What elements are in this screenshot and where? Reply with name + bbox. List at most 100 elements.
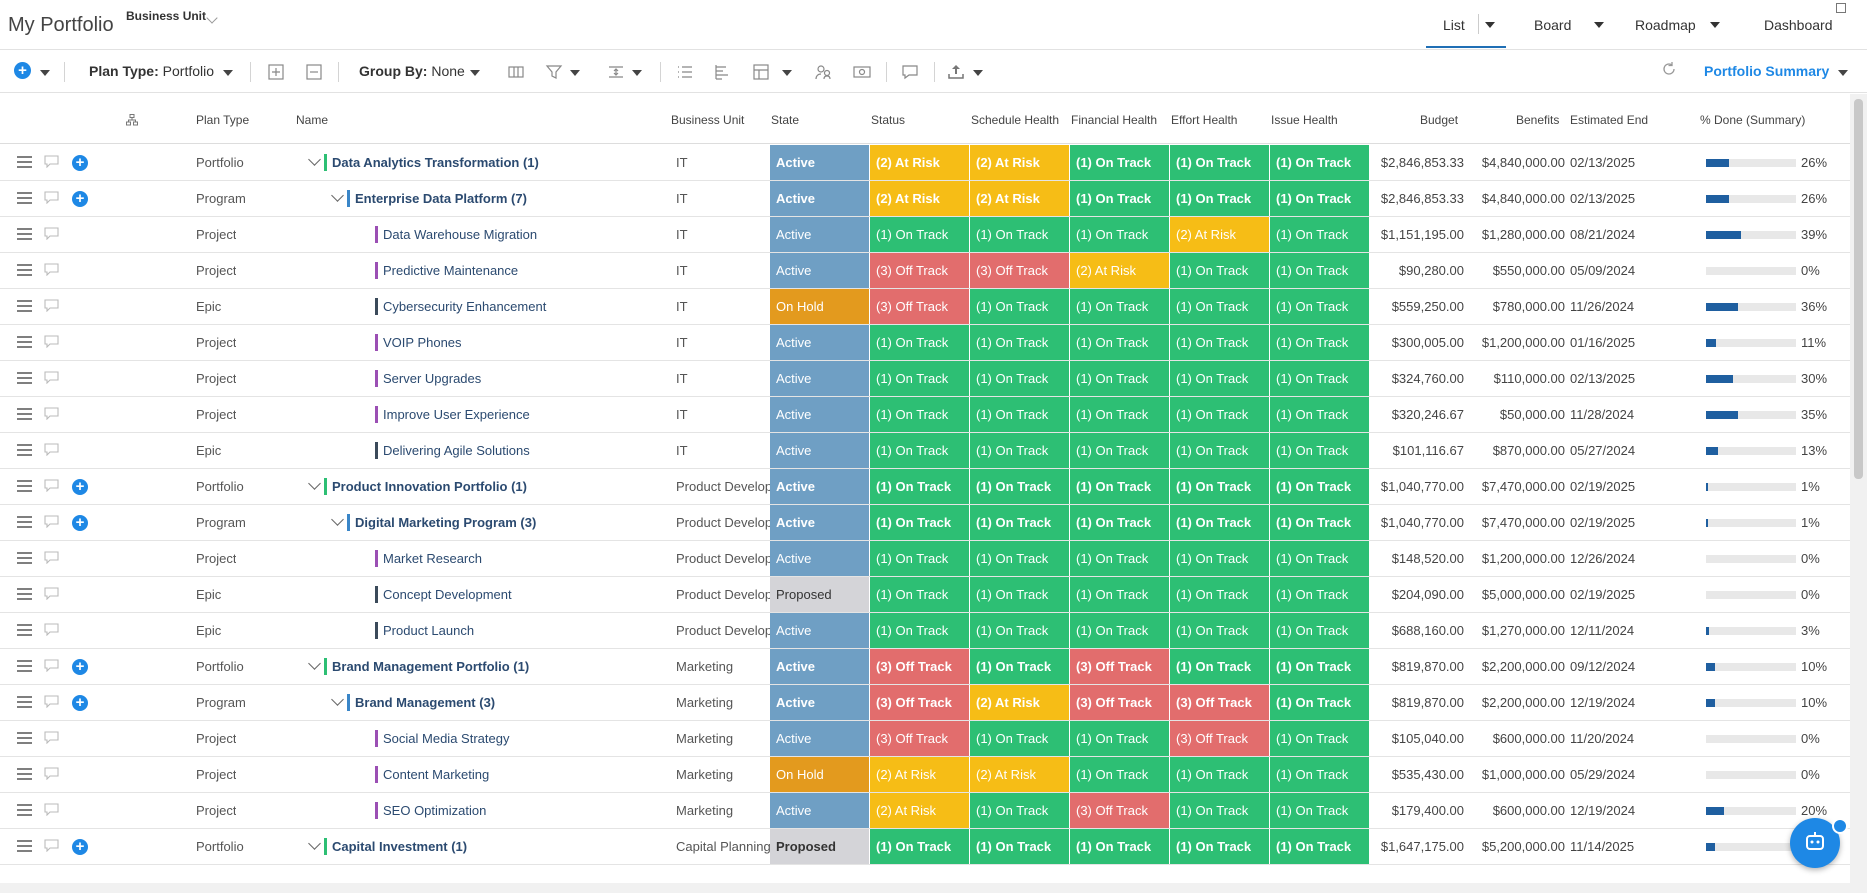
add-child-button[interactable]: +: [72, 695, 88, 711]
columns-icon[interactable]: [506, 62, 526, 82]
item-name-link[interactable]: Capital Investment (1): [332, 829, 670, 864]
comment-icon[interactable]: [44, 623, 59, 636]
item-name-link[interactable]: Enterprise Data Platform (7): [355, 181, 670, 216]
comment-icon[interactable]: [44, 839, 59, 852]
row-menu-icon[interactable]: [17, 768, 32, 780]
comment-icon[interactable]: [44, 731, 59, 744]
item-name-link[interactable]: Digital Marketing Program (3): [355, 505, 670, 540]
table-row[interactable]: Epic Concept Development Product Develop Pr…: [0, 577, 1850, 613]
item-name-link[interactable]: Brand Management (3): [355, 685, 670, 720]
item-name-link[interactable]: Market Research: [383, 541, 670, 576]
column-header-issue-health[interactable]: Issue Health: [1271, 113, 1338, 127]
filter-dropdown-icon[interactable]: [570, 70, 580, 76]
row-menu-icon[interactable]: [17, 804, 32, 816]
row-menu-icon[interactable]: [17, 480, 32, 492]
vertical-scrollbar[interactable]: [1850, 94, 1867, 884]
column-header-percent-done[interactable]: % Done (Summary): [1700, 113, 1805, 127]
group-by-selector[interactable]: Group By: None: [359, 63, 465, 79]
horizontal-scrollbar[interactable]: [0, 883, 1867, 893]
comment-icon[interactable]: [44, 587, 59, 600]
row-menu-icon[interactable]: [17, 228, 32, 240]
item-name-link[interactable]: SEO Optimization: [383, 793, 670, 828]
column-header-status[interactable]: Status: [871, 113, 905, 127]
collapse-chevron-icon[interactable]: [308, 477, 321, 490]
row-menu-icon[interactable]: [17, 408, 32, 420]
row-menu-icon[interactable]: [17, 192, 32, 204]
money-icon[interactable]: [852, 62, 872, 82]
table-row[interactable]: Project SEO Optimization Marketing Active (2…: [0, 793, 1850, 829]
table-row[interactable]: + Program Enterprise Data Platform (7) IT Ac…: [0, 181, 1850, 217]
list-dropdown-icon[interactable]: [1485, 22, 1495, 28]
table-row[interactable]: + Portfolio Product Innovation Portfolio (…: [0, 469, 1850, 505]
comment-icon[interactable]: [44, 227, 59, 240]
align-icon[interactable]: [712, 62, 732, 82]
table-row[interactable]: Project Server Upgrades IT Active (1) On Tra…: [0, 361, 1850, 397]
expand-all-icon[interactable]: [266, 62, 286, 82]
row-menu-icon[interactable]: [17, 372, 32, 384]
item-name-link[interactable]: Data Warehouse Migration: [383, 217, 670, 252]
column-header-business-unit[interactable]: Business Unit: [671, 113, 744, 127]
collapse-chevron-icon[interactable]: [331, 189, 344, 202]
row-menu-icon[interactable]: [17, 552, 32, 564]
row-menu-icon[interactable]: [17, 840, 32, 852]
item-name-link[interactable]: Content Marketing: [383, 757, 670, 792]
row-menu-icon[interactable]: [17, 264, 32, 276]
plan-type-dropdown-icon[interactable]: [223, 70, 233, 76]
table-row[interactable]: + Portfolio Capital Investment (1) Capital …: [0, 829, 1850, 865]
add-child-button[interactable]: +: [72, 839, 88, 855]
table-row[interactable]: + Portfolio Brand Management Portfolio (1)…: [0, 649, 1850, 685]
group-by-dropdown-icon[interactable]: [470, 70, 480, 76]
row-menu-icon[interactable]: [17, 624, 32, 636]
comment-icon[interactable]: [44, 191, 59, 204]
row-menu-icon[interactable]: [17, 156, 32, 168]
add-child-button[interactable]: +: [72, 155, 88, 171]
collapse-chevron-icon[interactable]: [308, 657, 321, 670]
item-name-link[interactable]: Predictive Maintenance: [383, 253, 670, 288]
column-header-name[interactable]: Name: [296, 113, 328, 127]
comment-icon[interactable]: [44, 479, 59, 492]
row-menu-icon[interactable]: [17, 444, 32, 456]
row-height-icon[interactable]: [606, 62, 626, 82]
column-header-plan-type[interactable]: Plan Type: [196, 113, 249, 127]
tab-list[interactable]: List: [1443, 17, 1465, 33]
table-row[interactable]: + Portfolio Data Analytics Transformation …: [0, 145, 1850, 181]
item-name-link[interactable]: Product Innovation Portfolio (1): [332, 469, 670, 504]
power-icon[interactable]: [1832, 818, 1848, 834]
table-row[interactable]: Project VOIP Phones IT Active (1) On Track (1…: [0, 325, 1850, 361]
hierarchy-icon[interactable]: [126, 114, 138, 126]
table-row[interactable]: Epic Cybersecurity Enhancement IT On Hold (3…: [0, 289, 1850, 325]
column-header-financial-health[interactable]: Financial Health: [1071, 113, 1157, 127]
table-row[interactable]: Project Content Marketing Marketing On Hold…: [0, 757, 1850, 793]
export-icon[interactable]: [946, 62, 966, 82]
comment-icon[interactable]: [44, 407, 59, 420]
business-unit-selector[interactable]: Business Unit: [126, 9, 206, 23]
item-name-link[interactable]: Social Media Strategy: [383, 721, 670, 756]
filter-icon[interactable]: [544, 62, 564, 82]
column-header-budget[interactable]: Budget: [1420, 113, 1458, 127]
scrollbar-thumb[interactable]: [1854, 99, 1863, 479]
add-dropdown-icon[interactable]: [40, 70, 50, 76]
table-row[interactable]: Epic Product Launch Product Develop Active(…: [0, 613, 1850, 649]
comment-icon[interactable]: [44, 335, 59, 348]
table-row[interactable]: Project Social Media Strategy Marketing Act…: [0, 721, 1850, 757]
item-name-link[interactable]: Cybersecurity Enhancement: [383, 289, 670, 324]
item-name-link[interactable]: VOIP Phones: [383, 325, 670, 360]
table-row[interactable]: Project Predictive Maintenance IT Active (3)…: [0, 253, 1850, 289]
add-button[interactable]: +: [14, 62, 31, 79]
collapse-chevron-icon[interactable]: [308, 837, 321, 850]
tab-board[interactable]: Board: [1534, 17, 1571, 33]
table-row[interactable]: Epic Delivering Agile Solutions IT Active (1…: [0, 433, 1850, 469]
comment-icon[interactable]: [44, 155, 59, 168]
roadmap-dropdown-icon[interactable]: [1710, 22, 1720, 28]
board-dropdown-icon[interactable]: [1594, 22, 1604, 28]
item-name-link[interactable]: Product Launch: [383, 613, 670, 648]
table-row[interactable]: + Program Digital Marketing Program (3) Pro…: [0, 505, 1850, 541]
chevron-down-icon[interactable]: [206, 12, 218, 24]
layout-icon[interactable]: [751, 62, 771, 82]
tab-dashboard[interactable]: Dashboard: [1764, 17, 1833, 33]
column-header-benefits[interactable]: Benefits: [1516, 113, 1559, 127]
add-child-button[interactable]: +: [72, 515, 88, 531]
comment-icon[interactable]: [44, 659, 59, 672]
comment-icon[interactable]: [44, 263, 59, 276]
layout-dropdown-icon[interactable]: [782, 70, 792, 76]
